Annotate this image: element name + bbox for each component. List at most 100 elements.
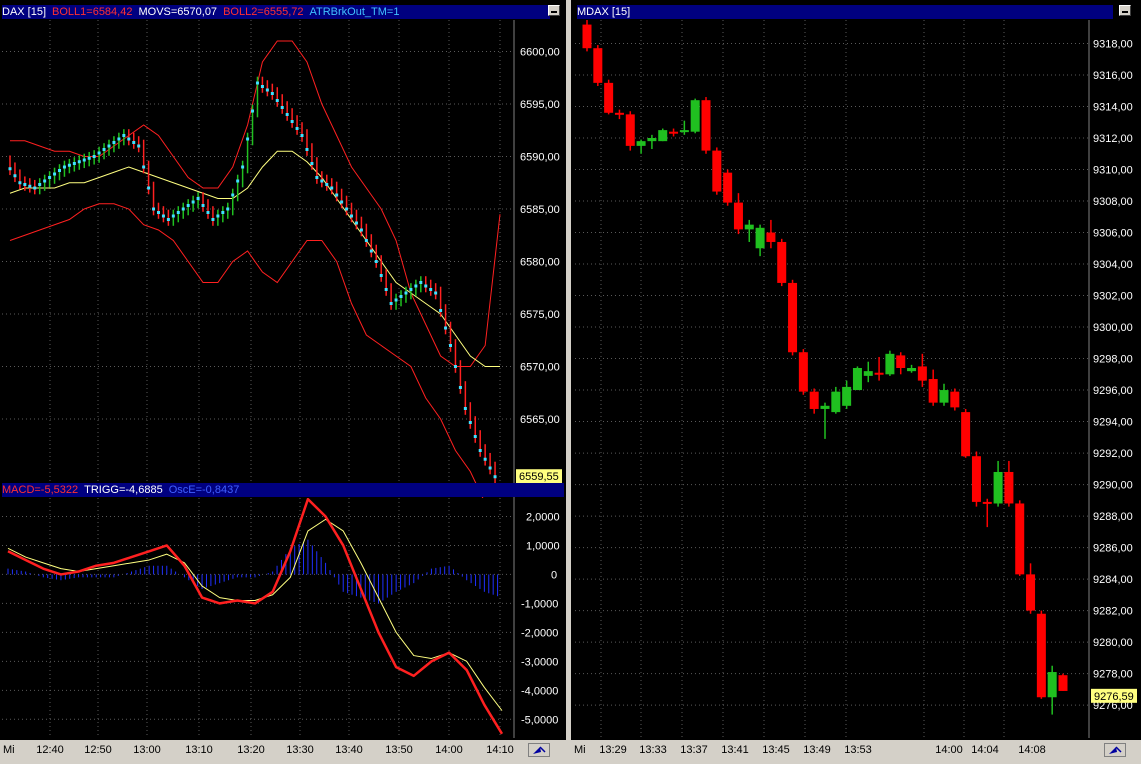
price-bar-marker [325, 183, 329, 186]
macd-title-label-2: OscE=-0,8437 [168, 484, 240, 496]
dax-title-label-2: MOVS=6570,07 [138, 6, 218, 18]
price-bar-marker [255, 81, 259, 85]
dax-time-label: 14:10 [486, 744, 514, 756]
price-bar-marker [142, 165, 146, 169]
price-bar-marker [275, 99, 279, 102]
dax-time-label: 13:50 [385, 744, 413, 756]
dax-time-axis: Mi 12:40 12:50 13:00 13:10 13:20 13:30 13:40 13:… [0, 740, 566, 759]
candle-body [679, 130, 689, 133]
dax-time-label: 12:40 [36, 744, 64, 756]
price-bar-marker [206, 211, 210, 214]
mdax-chart-minimize-button[interactable] [1119, 5, 1131, 16]
dax-title-label-3: BOLL2=6555,72 [223, 6, 304, 18]
dax-chart-titlebar: DAX [15] BOLL1=6584,42 MOVS=6570,07 BOLL2=6… [2, 5, 550, 19]
dax-title-label-4: ATRBrkOut_TM=1 [309, 6, 400, 18]
candle-body [1015, 503, 1025, 575]
candle-body [593, 48, 603, 83]
dax-y-tick-label: 6600,00 [520, 47, 560, 59]
price-bar-marker [290, 120, 294, 123]
mdax-price-chart[interactable]: 9318,00 9316,00 9314,00 9312,00 9310,00 9308,… [571, 20, 1141, 738]
candle-body [831, 391, 841, 413]
mdax-chart-window[interactable]: MDAX [15] 9318,00 9316,00 9314,00 9312,00 93… [571, 0, 1141, 759]
dax-time-label: 13:10 [185, 744, 213, 756]
scroll-to-end-icon[interactable] [528, 743, 550, 757]
mdax-y-tick-label: 9278,00 [1093, 669, 1133, 681]
mdax-time-label: 13:29 [599, 744, 627, 756]
price-bar-marker [33, 186, 37, 190]
candle-body [647, 138, 657, 142]
price-bar-marker [67, 163, 71, 167]
candle-body [809, 391, 819, 409]
candle-body [1026, 574, 1036, 611]
candle-body [907, 368, 917, 372]
mdax-y-tick-label: 9292,00 [1093, 448, 1133, 460]
macd-y-tick-label: -5,0000 [521, 714, 558, 726]
dax-y-tick-label: 6585,00 [520, 204, 560, 216]
price-bar-marker [453, 365, 457, 368]
price-bar-marker [374, 260, 378, 263]
candle-body [1036, 613, 1046, 698]
candle-body [755, 227, 765, 249]
candle-body [939, 390, 949, 403]
candle-body [971, 456, 981, 502]
mdax-time-label: 14:00 [935, 744, 963, 756]
price-bar-marker [48, 176, 52, 179]
macd-y-tick-label: 0 [551, 569, 557, 581]
scroll-to-end-icon[interactable] [1104, 743, 1126, 757]
price-bar-marker [270, 92, 274, 95]
dax-plot-background [0, 20, 566, 500]
candle-body [982, 501, 992, 504]
macd-plot-background [0, 498, 566, 738]
macd-y-tick-label: -4,0000 [521, 685, 558, 697]
dax-time-label: 14:00 [435, 744, 463, 756]
price-bar-marker [53, 172, 57, 176]
dax-chart-minimize-button[interactable] [548, 5, 560, 16]
price-bar-marker [13, 174, 17, 178]
candle-body [701, 100, 711, 151]
dax-title-label-0: DAX [15] [2, 6, 47, 18]
mdax-time-label: 14:04 [971, 744, 999, 756]
price-bar-marker [340, 200, 344, 204]
price-bar-marker [478, 449, 482, 452]
price-bar-marker [137, 144, 141, 148]
dax-y-tick-label: 6570,00 [520, 362, 560, 374]
dax-last-price-label: 6559,55 [519, 471, 559, 483]
price-bar-marker [320, 179, 324, 183]
mdax-y-tick-label: 9280,00 [1093, 637, 1133, 649]
dax-title-label-1: BOLL1=6584,42 [52, 6, 133, 18]
price-bar-marker [463, 407, 467, 410]
mdax-y-tick-label: 9284,00 [1093, 574, 1133, 586]
macd-indicator-chart[interactable]: 2,0000 1,0000 0 -1,0000 -2,0000 -3,0000 -4,000… [0, 498, 566, 738]
mdax-y-tick-label: 9304,00 [1093, 259, 1133, 271]
price-bar-marker [241, 165, 245, 169]
price-bar-marker [23, 183, 27, 186]
candle-body [604, 82, 614, 113]
price-bar-marker [216, 214, 220, 218]
mdax-y-tick-label: 9302,00 [1093, 291, 1133, 303]
mdax-y-tick-label: 9312,00 [1093, 133, 1133, 145]
candle-body [669, 131, 679, 134]
dax-price-chart[interactable]: 6600,00 6595,00 6590,00 6585,00 6580,00 6575,… [0, 20, 566, 500]
mdax-day-label: Mi [574, 744, 586, 756]
dax-time-label: 13:40 [335, 744, 363, 756]
price-bar-marker [231, 193, 235, 197]
candle-body [885, 353, 895, 375]
dax-day-label: Mi [3, 744, 15, 756]
candle-body [1058, 675, 1068, 691]
dax-time-label: 13:20 [237, 744, 265, 756]
price-bar-marker [166, 218, 170, 221]
candle-body [874, 372, 884, 375]
price-bar-marker [112, 141, 116, 144]
price-bar-marker [409, 288, 413, 291]
dax-y-tick-label: 6595,00 [520, 99, 560, 111]
mdax-y-tick-label: 9298,00 [1093, 354, 1133, 366]
price-bar-marker [196, 197, 200, 200]
mdax-time-label: 13:33 [639, 744, 667, 756]
candle-body [1004, 471, 1014, 504]
price-bar-marker [18, 181, 22, 185]
dax-y-tick-label: 6575,00 [520, 309, 560, 321]
dax-chart-window[interactable]: DAX [15] BOLL1=6584,42 MOVS=6570,07 BOLL2=6… [0, 0, 566, 759]
price-bar-marker [201, 204, 205, 207]
price-bar-marker [122, 134, 126, 137]
mdax-time-label: 14:08 [1018, 744, 1046, 756]
